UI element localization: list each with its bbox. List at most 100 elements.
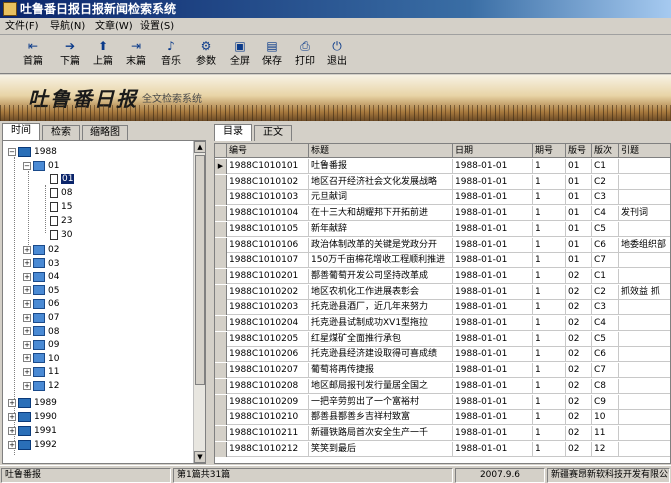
tree-month-item[interactable]: +03 [23,258,59,271]
tree-day-item[interactable]: 23 [50,215,72,228]
table-row[interactable]: 1988C1010202 地区农机化工作进展表彰会 1988-01-01 1 02 C2 抓… [215,284,670,300]
tree-year-item[interactable]: +1990 [8,411,57,424]
col-header-id[interactable]: 编号 [227,144,309,158]
tab-time[interactable]: 时间 [2,123,40,140]
cell-id: 1988C1010104 [227,206,309,222]
tree-month-item[interactable]: +05 [23,285,59,298]
expand-icon[interactable]: + [8,426,16,435]
expand-icon[interactable]: + [23,327,31,336]
table-row[interactable]: 1988C1010208 地区邮局报刊发行量居全国之 1988-01-01 1 02 C8 [215,378,670,394]
toolbar-button-6[interactable]: ▣ 全屏 [224,37,256,72]
expand-icon[interactable]: + [23,354,31,363]
table-row[interactable]: 1988C1010102 地区召开经济社会文化发展战略 1988-01-01 1 01 C… [215,174,670,190]
expand-icon[interactable]: + [23,367,31,376]
tree-month-item[interactable]: +04 [23,271,59,284]
toolbar-button-3[interactable]: ⇥ 末篇 [120,37,152,72]
toolbar-button-label: 全屏 [230,56,250,67]
tree-month-01[interactable]: −01 [23,160,59,173]
tree-year-item[interactable]: +1991 [8,425,57,438]
col-header-title[interactable]: 标题 [309,144,453,158]
cell-page: 02 [566,268,592,284]
tab-thumbnail[interactable]: 缩略图 [82,125,128,140]
tab-search[interactable]: 检索 [42,125,80,140]
toolbar-button-7[interactable]: ▤ 保存 [256,37,288,72]
tree-year-item[interactable]: +1989 [8,397,57,410]
table-row[interactable]: 1988C1010205 红星煤矿全面推行承包 1988-01-01 1 02 C5 [215,331,670,347]
toolbar-button-4[interactable]: ♪ 音乐 [155,37,187,72]
col-header-lead[interactable]: 引题 [619,144,670,158]
expand-icon[interactable]: + [23,381,31,390]
cell-issue: 1 [533,363,566,379]
scroll-up-arrow-icon[interactable]: ▲ [194,141,205,153]
menu-settings[interactable]: 设置(S) [138,20,176,33]
collapse-icon[interactable]: − [23,161,31,170]
table-row[interactable]: ▶ 1988C1010101 吐鲁番报 1988-01-01 1 01 C1 [215,159,670,174]
table-row[interactable]: 1988C1010211 新疆铁路局首次安全生产一千 1988-01-01 1 02 11 [215,425,670,441]
expand-icon[interactable]: + [8,412,16,421]
tree-year-item[interactable]: +1992 [8,439,57,452]
cell-issue: 1 [533,253,566,269]
table-row[interactable]: 1988C1010107 150万千亩棉花增收工程顺利推进 1988-01-01 1 0… [215,253,670,269]
toolbar-button-9[interactable]: ⏻ 退出 [321,37,353,72]
tree-month-item[interactable]: +07 [23,312,59,325]
table-row[interactable]: 1988C1010104 在十三大和胡耀邦下开拓前进 1988-01-01 1 01 C4… [215,206,670,222]
tree-month-item[interactable]: +12 [23,380,59,393]
toolbar-button-5[interactable]: ⚙ 参数 [190,37,222,72]
tab-catalog[interactable]: 目录 [214,124,252,141]
table-row[interactable]: 1988C1010201 鄯善葡萄开发公司坚持改革成 1988-01-01 1 02 C1 [215,268,670,284]
expand-icon[interactable]: + [23,245,31,254]
cell-issue: 1 [533,425,566,441]
toolbar-button-label: 下篇 [60,56,80,67]
cell-title: 地区农机化工作进展表彰会 [309,284,453,300]
table-row[interactable]: 1988C1010203 托克逊县酒厂，近几年来努力 1988-01-01 1 02 C3 [215,300,670,316]
table-row[interactable]: 1988C1010105 新年献辞 1988-01-01 1 01 C5 [215,221,670,237]
table-row[interactable]: 1988C1010210 鄯善县鄯善乡吉祥村致富 1988-01-01 1 02 10 [215,410,670,426]
scroll-down-arrow-icon[interactable]: ▼ [194,451,205,463]
expand-icon[interactable]: + [23,286,31,295]
tree-scrollbar[interactable]: ▲ ▼ [193,141,205,463]
tree-month-item[interactable]: +06 [23,298,59,311]
expand-icon[interactable]: + [23,259,31,268]
toolbar-button-8[interactable]: ⎙ 打印 [289,37,321,72]
tree-day-item[interactable]: 08 [50,187,72,200]
cell-date: 1988-01-01 [453,425,533,441]
tree-month-item[interactable]: +08 [23,326,59,339]
collapse-icon[interactable]: − [8,147,16,156]
cell-edition: 10 [592,410,619,426]
tree-month-item[interactable]: +02 [23,244,59,257]
menu-file[interactable]: 文件(F) [3,20,41,33]
table-row[interactable]: 1988C1010106 政治体制改革的关键是党政分开 1988-01-01 1 01 C… [215,237,670,253]
expand-icon[interactable]: + [23,313,31,322]
tree-day-item[interactable]: 30 [50,229,72,242]
expand-icon[interactable]: + [8,398,16,407]
expand-icon[interactable]: + [8,440,16,449]
table-row[interactable]: 1988C1010212 笑笑到最后 1988-01-01 1 02 12 [215,441,670,457]
cell-title: 元旦献词 [309,190,453,206]
tree-year-1988[interactable]: −1988 [8,146,57,159]
menu-navigate[interactable]: 导航(N) [48,20,87,33]
expand-icon[interactable]: + [23,272,31,281]
col-header-date[interactable]: 日期 [453,144,533,158]
tree-month-item[interactable]: +09 [23,339,59,352]
toolbar-button-2[interactable]: ⬆ 上篇 [87,37,119,72]
tab-fulltext[interactable]: 正文 [254,125,292,141]
col-header-page[interactable]: 版号 [566,144,592,158]
table-row[interactable]: 1988C1010103 元旦献词 1988-01-01 1 01 C3 [215,190,670,206]
col-header-edition[interactable]: 版次 [592,144,619,158]
table-row[interactable]: 1988C1010207 葡萄将再传捷报 1988-01-01 1 02 C7 [215,363,670,379]
tree-day-item[interactable]: 15 [50,201,72,214]
table-row[interactable]: 1988C1010206 托克逊县经济建设取得可喜成绩 1988-01-01 1 02 C… [215,347,670,363]
expand-icon[interactable]: + [23,299,31,308]
toolbar-button-0[interactable]: ⇤ 首篇 [17,37,49,72]
col-header-issue[interactable]: 期号 [533,144,566,158]
table-row[interactable]: 1988C1010204 托克逊县试制成功XV1型拖拉 1988-01-01 1 02 C… [215,316,670,331]
menu-article[interactable]: 文章(W) [93,20,135,33]
table-row[interactable]: 1988C1010209 一把辛劳剪出了一个富裕村 1988-01-01 1 02 C9 [215,394,670,410]
cell-title: 吐鲁番报 [309,159,453,174]
tree-day-item[interactable]: 01 [50,173,75,186]
scroll-thumb[interactable] [195,155,205,385]
tree-month-item[interactable]: +10 [23,353,59,366]
toolbar-button-1[interactable]: ➔ 下篇 [54,37,86,72]
expand-icon[interactable]: + [23,340,31,349]
tree-month-item[interactable]: +11 [23,366,59,379]
